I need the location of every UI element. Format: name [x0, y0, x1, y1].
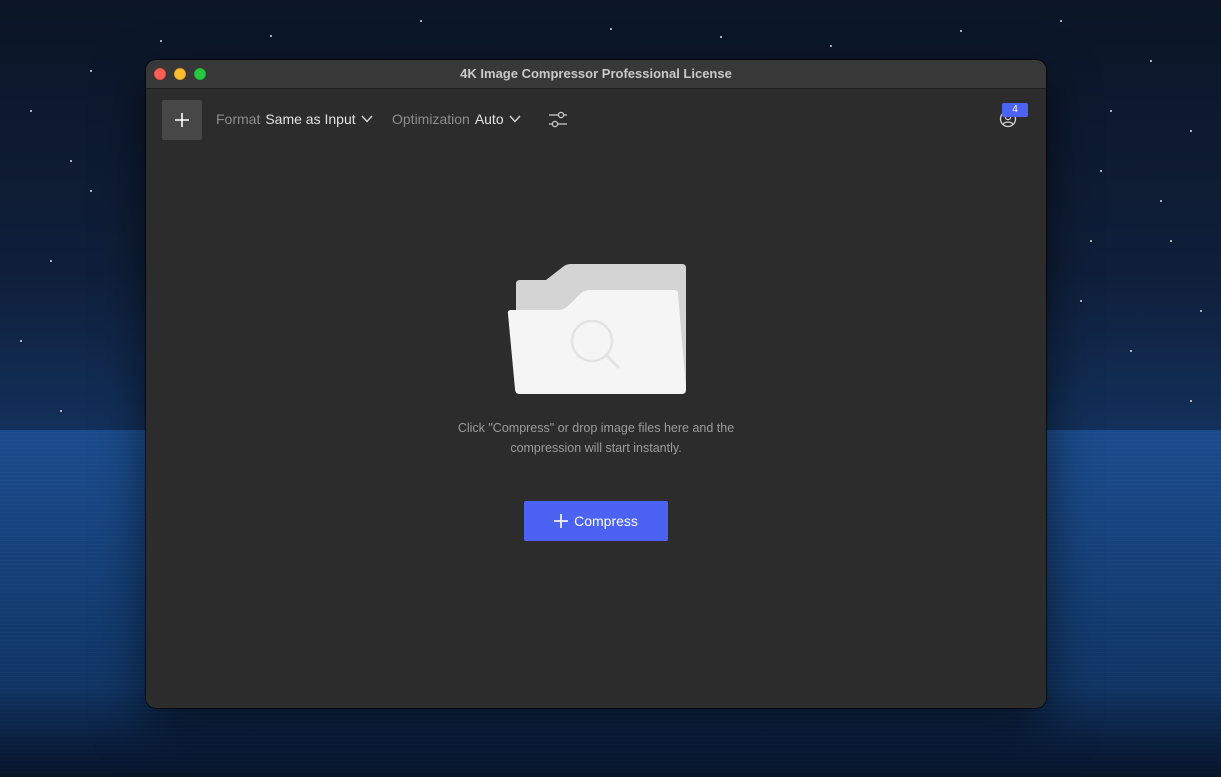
star [420, 20, 422, 22]
format-value: Same as Input [265, 111, 356, 127]
notification-badge[interactable]: 4 [1002, 103, 1028, 117]
star [1130, 350, 1132, 352]
star [1200, 310, 1202, 312]
star [50, 260, 52, 262]
star [720, 36, 722, 38]
star [1190, 400, 1192, 402]
star [610, 28, 612, 30]
drop-hint-text: Click "Compress" or drop image files her… [436, 418, 756, 458]
star [1150, 60, 1152, 62]
star [1110, 110, 1112, 112]
window-title: 4K Image Compressor Professional License [460, 66, 732, 81]
optimization-dropdown[interactable]: Optimization Auto [392, 111, 521, 127]
toolbar: Format Same as Input Optimization Auto 4 [146, 89, 1046, 151]
star [70, 160, 72, 162]
sliders-icon [549, 111, 567, 128]
star [830, 45, 832, 47]
star [90, 190, 92, 192]
compress-label: Compress [574, 513, 638, 529]
star [30, 110, 32, 112]
star [1080, 300, 1082, 302]
format-dropdown[interactable]: Format Same as Input [216, 111, 373, 127]
star [1170, 240, 1172, 242]
star [90, 70, 92, 72]
drop-hint-line-1: Click "Compress" or drop image files her… [457, 421, 735, 435]
star [1190, 130, 1192, 132]
plus-icon [175, 113, 189, 127]
plus-icon [554, 514, 569, 528]
star [160, 40, 162, 42]
star [270, 35, 272, 37]
star [60, 410, 62, 412]
star [1100, 170, 1102, 172]
star [960, 30, 962, 32]
drop-hint-line-2: compression will start instantly. [510, 441, 682, 455]
title-bar[interactable]: 4K Image Compressor Professional License [146, 60, 1046, 89]
star [1160, 200, 1162, 202]
add-files-button[interactable] [162, 100, 202, 140]
preferences-button[interactable] [548, 109, 568, 131]
optimization-value: Auto [474, 111, 504, 127]
chevron-down-icon [361, 115, 373, 123]
star [1090, 240, 1092, 242]
optimization-label: Optimization [392, 111, 470, 127]
app-window: 4K Image Compressor Professional License… [146, 60, 1046, 708]
chevron-down-icon [509, 115, 521, 123]
format-label: Format [216, 111, 261, 127]
compress-button[interactable]: Compress [524, 501, 668, 541]
star [20, 340, 22, 342]
folder-icon [507, 264, 686, 394]
star [1060, 20, 1062, 22]
